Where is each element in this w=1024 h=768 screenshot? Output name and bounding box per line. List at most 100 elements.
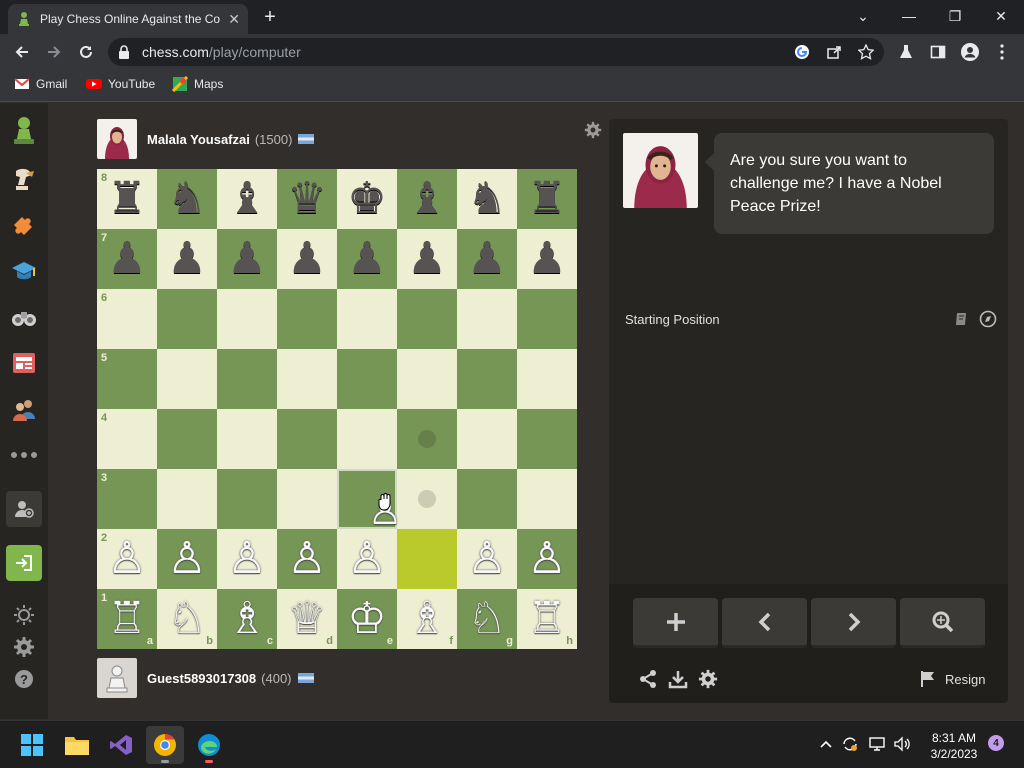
white-piece-b1[interactable]: ♘ [157,589,217,649]
square-g6[interactable] [457,289,517,349]
network-icon[interactable] [868,734,888,754]
black-piece-e8[interactable]: ♚ [337,169,397,229]
black-piece-a7[interactable]: ♟ [97,229,157,289]
square-f6[interactable] [397,289,457,349]
share-page-icon[interactable] [824,42,844,62]
visual-studio-button[interactable] [102,726,140,764]
share-icon[interactable] [637,668,659,690]
new-game-button[interactable] [633,598,718,648]
white-piece-g2[interactable]: ♙ [457,529,517,589]
black-piece-f8[interactable]: ♝ [397,169,457,229]
square-c6[interactable] [217,289,277,349]
volume-icon[interactable] [892,734,912,754]
theme-icon[interactable] [8,599,40,631]
white-piece-e2[interactable]: ♙ [337,529,397,589]
address-bar[interactable]: chess.com/play/computer [108,38,884,66]
watch-icon[interactable] [8,301,40,333]
square-c4[interactable] [217,409,277,469]
square-b6[interactable] [157,289,217,349]
black-piece-c8[interactable]: ♝ [217,169,277,229]
legal-move-dot[interactable] [418,490,436,508]
forward-button[interactable] [40,38,68,66]
learn-icon[interactable] [8,255,40,287]
add-friend-button[interactable] [6,491,42,527]
black-piece-g8[interactable]: ♞ [457,169,517,229]
explorer-compass-icon[interactable] [979,310,997,328]
bookmark-star-icon[interactable] [856,42,876,62]
white-piece-a2[interactable]: ♙ [97,529,157,589]
white-piece-c2[interactable]: ♙ [217,529,277,589]
social-icon[interactable] [8,393,40,425]
pawn-logo-icon[interactable] [8,115,40,147]
file-explorer-button[interactable] [58,726,96,764]
puzzles-icon[interactable] [8,209,40,241]
black-piece-b8[interactable]: ♞ [157,169,217,229]
windows-start-button[interactable] [13,726,51,764]
legal-move-dot[interactable] [418,430,436,448]
white-piece-d2[interactable]: ♙ [277,529,337,589]
square-b3[interactable] [157,469,217,529]
previous-move-button[interactable] [722,598,807,648]
play-icon[interactable] [8,163,40,195]
black-piece-d7[interactable]: ♟ [277,229,337,289]
labs-flask-icon[interactable] [892,38,920,66]
black-piece-b7[interactable]: ♟ [157,229,217,289]
help-icon[interactable]: ? [8,663,40,695]
tray-chevron-icon[interactable] [816,734,836,754]
close-window-button[interactable]: ✕ [978,0,1024,32]
settings-icon[interactable] [8,631,40,663]
white-piece-e1[interactable]: ♔ [337,589,397,649]
black-piece-g7[interactable]: ♟ [457,229,517,289]
edge-button[interactable] [190,726,228,764]
square-e6[interactable] [337,289,397,349]
minimize-button[interactable]: — [886,0,932,32]
browser-tab-active[interactable]: Play Chess Online Against the Co ✕ [8,4,248,34]
bookmark-maps[interactable]: Maps [172,76,223,92]
square-a5[interactable]: 5 [97,349,157,409]
bookmark-youtube[interactable]: YouTube [86,76,155,92]
square-e4[interactable] [337,409,397,469]
square-c5[interactable] [217,349,277,409]
tab-close-icon[interactable]: ✕ [228,11,240,28]
opening-book-icon[interactable] [953,310,971,328]
square-e5[interactable] [337,349,397,409]
profile-avatar-icon[interactable] [956,38,984,66]
next-move-button[interactable] [811,598,896,648]
square-d3[interactable] [277,469,337,529]
black-piece-f7[interactable]: ♟ [397,229,457,289]
reload-button[interactable] [72,38,100,66]
opponent-avatar[interactable] [97,119,137,159]
square-b4[interactable] [157,409,217,469]
square-a6[interactable]: 6 [97,289,157,349]
new-tab-button[interactable]: + [258,6,282,29]
black-piece-h8[interactable]: ♜ [517,169,577,229]
download-icon[interactable] [667,668,689,690]
player-avatar[interactable] [97,658,137,698]
square-h6[interactable] [517,289,577,349]
square-h5[interactable] [517,349,577,409]
square-d4[interactable] [277,409,337,469]
chess-board[interactable]: 8 7 6 5 4 3 2 1 a b c d e f g h ♜ ♞ ♝ ♛ ♚ ♝ ♞ ♜ ♟ ♟ ♟ ♟ ♟ ♟ ♟ ♟ ♙ ♙ ♙ ♙ ♙ ♙ ♙ ♖… [97,169,577,649]
square-f5[interactable] [397,349,457,409]
square-h4[interactable] [517,409,577,469]
square-g3[interactable] [457,469,517,529]
resign-button[interactable]: Resign [919,670,985,688]
player-name[interactable]: Guest5893017308 [147,671,256,686]
square-d6[interactable] [277,289,337,349]
sync-icon[interactable] [840,734,860,754]
square-d5[interactable] [277,349,337,409]
taskbar-clock[interactable]: 8:31 AM 3/2/2023 [918,730,990,762]
side-panel-icon[interactable] [924,38,952,66]
white-piece-f1[interactable]: ♗ [397,589,457,649]
news-icon[interactable] [8,347,40,379]
more-icon[interactable] [8,439,40,471]
notification-badge[interactable]: 4 [988,735,1004,751]
white-piece-c1[interactable]: ♗ [217,589,277,649]
square-a3[interactable]: 3 [97,469,157,529]
square-a4[interactable]: 4 [97,409,157,469]
black-piece-h7[interactable]: ♟ [517,229,577,289]
browser-menu-icon[interactable] [988,38,1016,66]
google-lens-icon[interactable] [792,42,812,62]
white-piece-d1[interactable]: ♕ [277,589,337,649]
black-piece-c7[interactable]: ♟ [217,229,277,289]
